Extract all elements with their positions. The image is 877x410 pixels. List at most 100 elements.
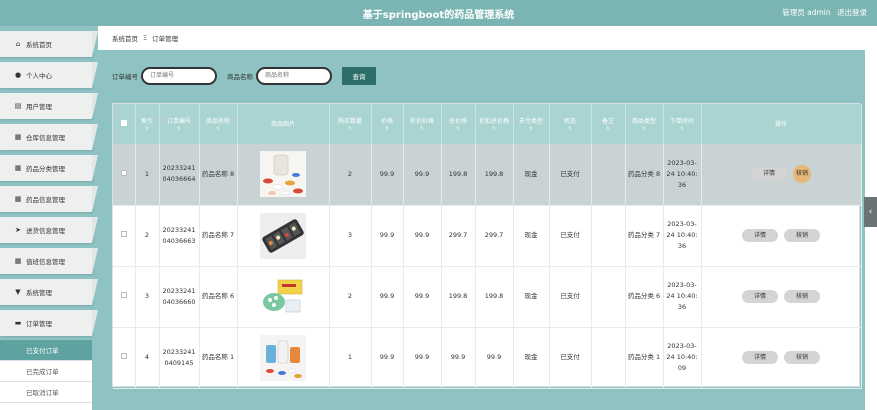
column-header[interactable]: 总价格 ⇅ [441,104,476,144]
column-header-label: 索引 [140,117,153,125]
sort-icon[interactable]: ⇅ [330,126,371,132]
sidebar-item-5[interactable]: ▦ 药品信息管理 [0,186,98,212]
sort-icon[interactable]: ⇅ [372,126,403,132]
search-button[interactable]: 查询 [342,67,376,85]
detail-button[interactable]: 详情 [742,351,778,364]
sidebar-item-7[interactable]: ▦ 值班信息管理 [0,248,98,274]
sidebar-item-4[interactable]: ▦ 药品分类管理 [0,155,98,181]
table-row[interactable]: 4 20233241 0409145 药品名称 1 1 99.9 99.9 99.9 99.9… [113,327,862,388]
grid-icon: ▦ [14,257,22,265]
submenu-item-3[interactable]: 已退款订单 [0,403,92,410]
submenu-item-0[interactable]: 已支付订单 [0,340,92,361]
verify-button[interactable]: 核销 [784,290,820,303]
table-row[interactable]: 1 20233241 04036664 药品名称 8 2 99.9 99.9 199.8 19… [113,144,862,205]
cell-price: 99.9 [371,144,404,205]
send-icon: ➤ [15,226,21,234]
chevron-left-icon: ‹ [868,207,873,217]
cell-name: 药品名称 6 [199,266,238,327]
sort-icon[interactable]: ⇅ [550,126,591,132]
cell-discount-total: 199.8 [475,144,514,205]
column-header[interactable]: 操作 [701,104,862,144]
detail-button[interactable]: 详情 [742,229,778,242]
column-header[interactable]: 商品名称 ⇅ [199,104,238,144]
column-header[interactable]: 商品图片 [237,104,330,144]
product-image[interactable] [260,273,306,320]
column-header-label: 折扣价格 [409,117,434,125]
table-row[interactable]: 3 20233241 04036660 药品名称 6 2 99.9 99.9 199.8 19… [113,266,862,327]
sort-icon[interactable]: ⇅ [664,126,701,132]
person-icon: ● [14,71,22,79]
column-header[interactable]: 商品类型 ⇅ [625,104,664,144]
cell-discount-price: 99.9 [403,266,442,327]
row-checkbox[interactable] [120,169,127,176]
column-header[interactable]: 下单时间 ⇅ [663,104,702,144]
sidebar-item-1[interactable]: ● 个人中心 [0,62,98,88]
column-header[interactable]: 索引 ⇅ [135,104,160,144]
cell-index: 4 [135,327,160,388]
sidebar-item-2[interactable]: ▤ 用户管理 [0,93,98,119]
row-checkbox[interactable] [120,292,127,298]
collapse-handle[interactable]: ‹ [864,197,877,227]
logout-link[interactable]: 退出登录 [837,8,867,17]
sort-icon[interactable]: ⇅ [200,126,237,132]
sidebar-item-6[interactable]: ➤ 进货信息管理 [0,217,98,243]
cell-index: 3 [135,266,160,327]
product-image[interactable] [260,151,306,198]
cell-name: 药品名称 1 [199,327,238,388]
cell-category: 药品分类 7 [625,205,664,266]
column-header[interactable]: 折扣价格 ⇅ [403,104,442,144]
detail-button[interactable]: 详情 [751,167,787,181]
sort-icon[interactable]: ⇅ [626,126,663,132]
order-no-input[interactable] [141,67,217,85]
cell-qty: 2 [329,144,372,205]
cell-order-no: 20233241 04036664 [159,144,200,205]
column-header[interactable]: 状态 ⇅ [549,104,592,144]
row-checkbox[interactable] [120,353,127,359]
column-header[interactable]: 备注 ⇅ [591,104,626,144]
submenu-item-1[interactable]: 已完成订单 [0,361,92,382]
sort-icon[interactable]: ⇅ [592,126,625,132]
breadcrumb-home[interactable]: 系统首页 [112,33,138,43]
sidebar-item-label: 进货信息管理 [26,227,65,235]
column-header-label: 商品图片 [270,120,295,128]
column-header-label: 状态 [563,117,576,125]
cell-discount-total: 299.7 [475,205,514,266]
top-bar: 基于springboot的药品管理系统 管理员 admin 退出登录 [0,0,877,26]
cell-category: 药品分类 1 [625,327,664,388]
cell-time: 2023-03- 24 10:40: 09 [663,327,702,388]
verify-button[interactable]: 核销 [793,165,811,184]
sort-icon[interactable]: ⇅ [160,126,199,132]
product-image[interactable] [260,212,306,259]
column-header[interactable]: 折扣总价格 ⇅ [475,104,514,144]
verify-button[interactable]: 核销 [784,229,820,242]
column-header[interactable]: 订单编号 ⇅ [159,104,200,144]
product-name-label: 商品名称 [227,73,253,81]
sidebar-item-3[interactable]: ▦ 仓库信息管理 [0,124,98,150]
sort-icon[interactable]: ⇅ [136,126,159,132]
submenu-item-2[interactable]: 已取消订单 [0,382,92,403]
sort-icon[interactable]: ⇅ [404,126,441,132]
sidebar-item-label: 仓库信息管理 [26,134,65,142]
column-header[interactable]: 价格 ⇅ [371,104,404,144]
table-row[interactable]: 2 20233241 04036663 药品名称 7 3 99.9 99.9 299.7 29… [113,205,862,266]
product-image[interactable] [260,334,306,381]
column-header-label: 操作 [774,120,787,128]
sort-icon[interactable]: ⇅ [514,126,549,132]
sidebar-item-0[interactable]: ⌂ 系统首页 [0,31,98,57]
product-name-input[interactable] [256,67,332,85]
sort-icon[interactable]: ⇅ [442,126,475,132]
cell-status: 已支付 [549,144,592,205]
sidebar-item-8[interactable]: ▼ 系统管理 [0,279,98,305]
breadcrumb-separator: Ξ [143,34,148,42]
actions-cell: 详情 核销 [701,144,862,205]
row-checkbox[interactable] [120,231,127,237]
column-header[interactable]: 购买数量 ⇅ [329,104,372,144]
column-header[interactable]: 支付类型 ⇅ [513,104,550,144]
verify-button[interactable]: 核销 [784,351,820,364]
order-submenu: 已支付订单已完成订单已取消订单已退款订单 [0,340,92,410]
select-all-checkbox[interactable] [120,119,127,126]
cell-name: 药品名称 7 [199,205,238,266]
detail-button[interactable]: 详情 [742,290,778,303]
sidebar-item-9[interactable]: ▬ 订单管理 [0,310,98,336]
sort-icon[interactable]: ⇅ [476,126,513,132]
